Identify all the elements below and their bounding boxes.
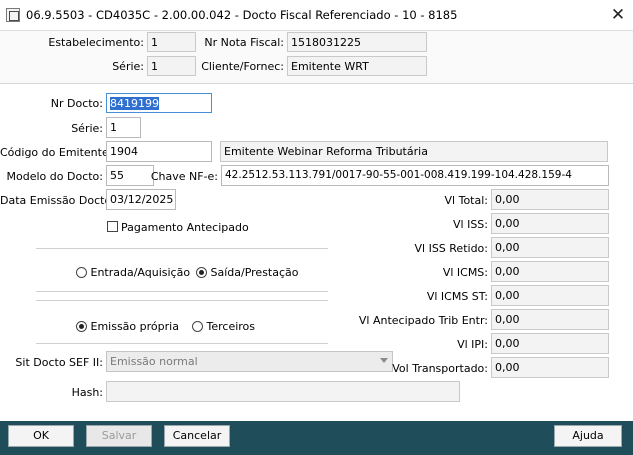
nr-nota-fiscal-label: Nr Nota Fiscal:	[204, 36, 284, 49]
hash-label: Hash:	[71, 386, 103, 399]
chave-nfe-field[interactable]: 42.2512.53.113.791/0017-90-55-001-008.41…	[221, 165, 609, 186]
radio-entrada-circle[interactable]	[76, 267, 87, 278]
vl-iss-label: Vl ISS:	[453, 218, 488, 231]
vl-antecipado-field: 0,00	[491, 309, 609, 330]
vl-icms-label: Vl ICMS:	[442, 266, 488, 279]
hash-field	[106, 381, 460, 402]
vl-total-field: 0,00	[491, 189, 609, 210]
vol-transportado-label: Vol Transportado:	[392, 362, 488, 375]
serie-label: Série:	[71, 122, 103, 135]
vl-iss-field: 0,00	[491, 213, 609, 234]
radio-saida-label[interactable]: Saída/Prestação	[211, 266, 299, 279]
vl-total-label: Vl Total:	[444, 194, 488, 207]
radio-terceiros[interactable]: Terceiros	[192, 320, 255, 333]
vl-icms-st-label: Vl ICMS ST:	[426, 290, 488, 303]
ajuda-button[interactable]: Ajuda	[554, 425, 622, 447]
radio-entrada-label[interactable]: Entrada/Aquisição	[91, 266, 191, 279]
radio-emissao-propria-circle[interactable]	[76, 321, 87, 332]
header-serie-label: Série:	[112, 60, 144, 73]
window-title: 06.9.5503 - CD4035C - 2.00.00.042 - Doct…	[26, 8, 458, 22]
sit-docto-label: Sit Docto SEF II:	[15, 356, 103, 369]
salvar-button: Salvar	[86, 425, 152, 447]
nr-docto-value: 8419199	[110, 97, 159, 110]
data-emissao-field[interactable]: 03/12/2025	[106, 189, 176, 210]
modelo-docto-label: Modelo do Docto:	[6, 170, 103, 183]
radio-entrada[interactable]: Entrada/Aquisição	[76, 266, 190, 279]
emitente-nome-field: Emitente Webinar Reforma Tributária	[220, 141, 608, 162]
nr-nota-fiscal-field[interactable]: 1518031225	[287, 32, 427, 52]
pagamento-antecipado-checkbox[interactable]	[107, 221, 118, 232]
codigo-emitente-label: Código do Emitente:	[0, 146, 113, 159]
nr-docto-label: Nr Docto:	[50, 97, 103, 110]
pagamento-antecipado-label[interactable]: Pagamento Antecipado	[121, 221, 249, 234]
sit-docto-select: Emissão normal	[106, 351, 393, 372]
vl-antecipado-label: Vl Antecipado Trib Entr:	[358, 314, 488, 327]
modelo-docto-field[interactable]: 55	[106, 165, 154, 186]
close-icon[interactable]: ✕	[607, 3, 629, 27]
radio-emissao-propria-label[interactable]: Emissão própria	[91, 320, 179, 333]
sit-docto-value: Emissão normal	[110, 355, 198, 368]
estabelecimento-label: Estabelecimento:	[48, 36, 144, 49]
radio-terceiros-label[interactable]: Terceiros	[207, 320, 256, 333]
vl-iss-retido-field: 0,00	[491, 237, 609, 258]
vl-icms-st-field: 0,00	[491, 285, 609, 306]
radio-emissao-propria[interactable]: Emissão própria	[76, 320, 179, 333]
codigo-emitente-field[interactable]: 1904	[106, 141, 212, 162]
vl-iss-retido-label: Vl ISS Retido:	[414, 242, 489, 255]
data-emissao-label: Data Emissão Docto:	[0, 194, 115, 207]
ok-button[interactable]: OK	[8, 425, 74, 447]
chave-nfe-label: Chave NF-e:	[150, 170, 218, 183]
vol-transportado-field: 0,00	[491, 357, 609, 378]
cliente-fornec-field[interactable]: Emitente WRT	[287, 56, 427, 76]
vl-ipi-label: Vl IPI:	[457, 338, 488, 351]
radio-terceiros-circle[interactable]	[192, 321, 203, 332]
nr-docto-field[interactable]: 8419199	[106, 93, 212, 113]
radio-saida-circle[interactable]	[196, 267, 207, 278]
vl-ipi-field: 0,00	[491, 333, 609, 354]
vl-icms-field: 0,00	[491, 261, 609, 282]
radio-saida[interactable]: Saída/Prestação	[196, 266, 299, 279]
app-window-icon	[6, 8, 20, 22]
cancelar-button[interactable]: Cancelar	[164, 425, 230, 447]
serie-field[interactable]: 1	[106, 117, 141, 138]
estabelecimento-field[interactable]: 1	[147, 32, 196, 52]
header-serie-field[interactable]: 1	[147, 56, 196, 76]
cliente-fornec-label: Cliente/Fornec:	[201, 60, 284, 73]
